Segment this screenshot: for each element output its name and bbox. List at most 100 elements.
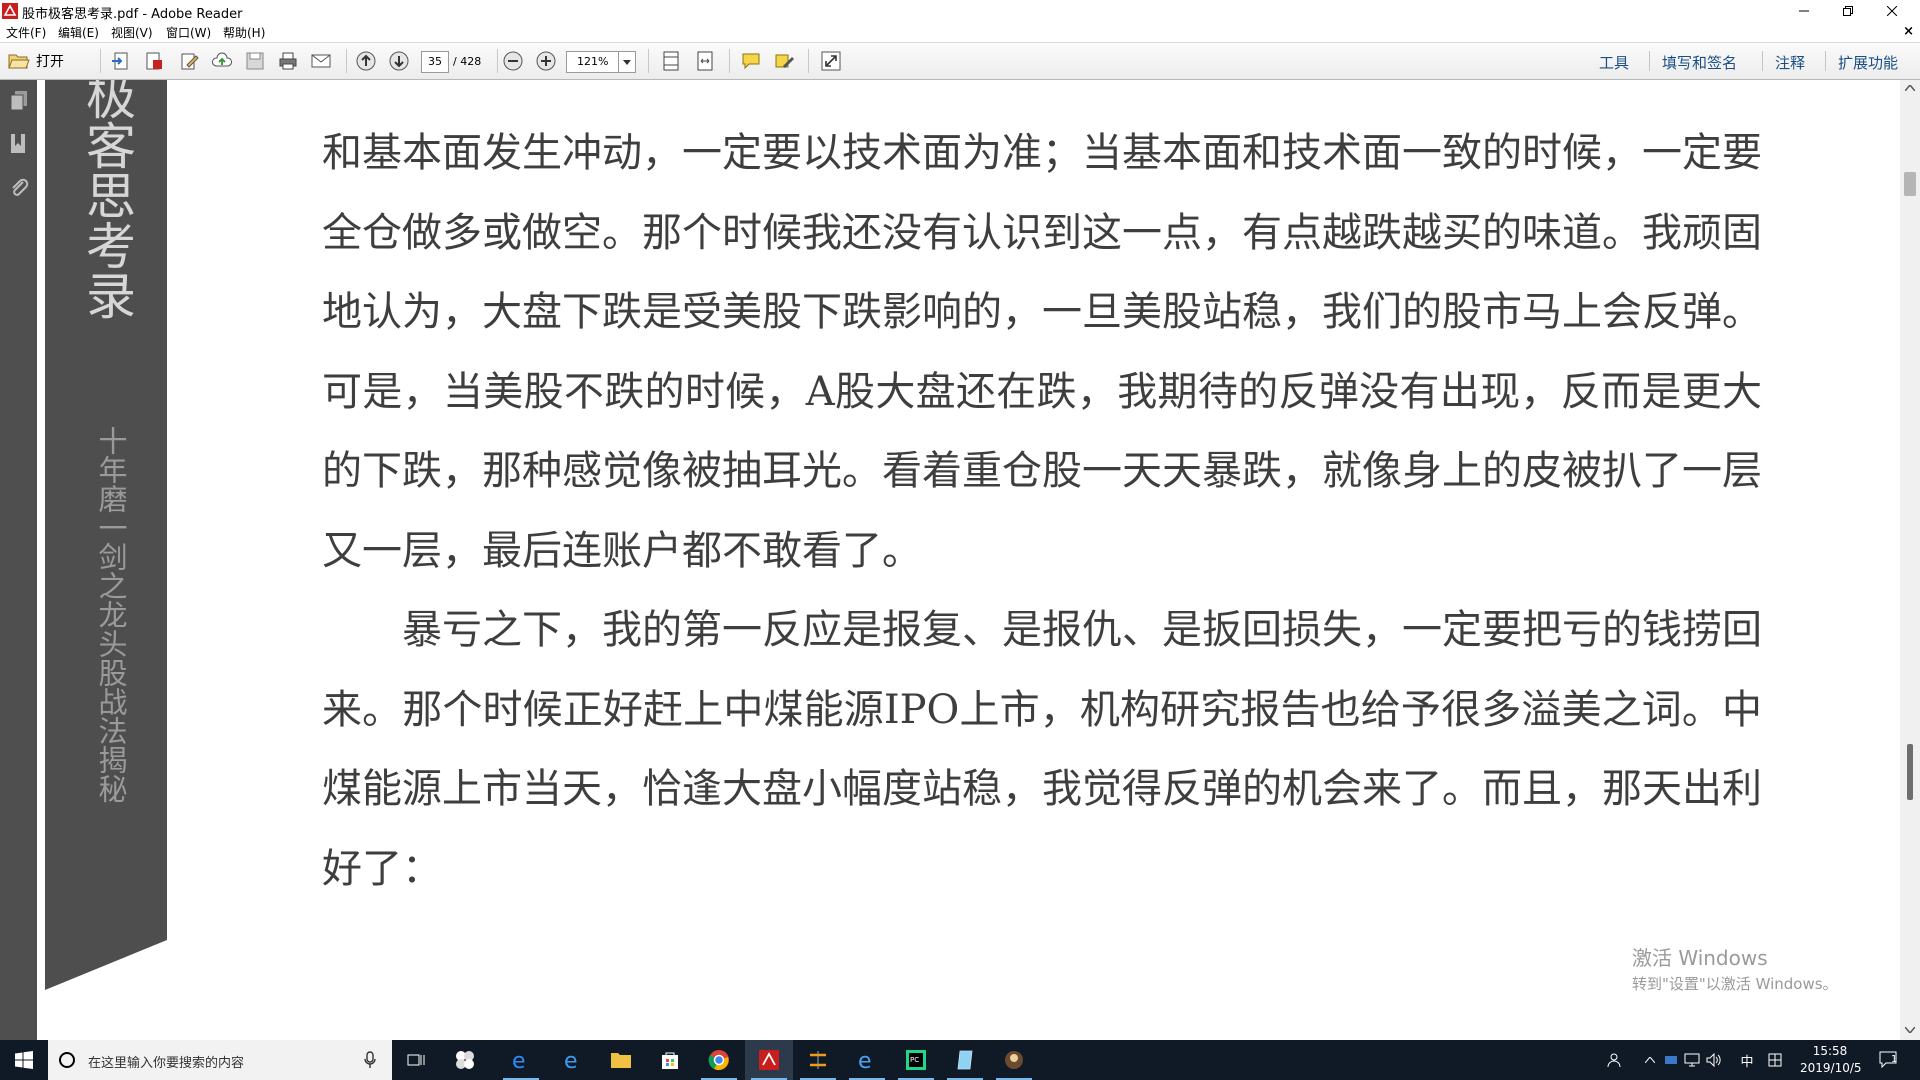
highlighter-icon bbox=[775, 54, 794, 68]
highlight-button[interactable] bbox=[773, 50, 795, 72]
fill-and-sign-link[interactable]: 填写和签名 bbox=[1662, 52, 1737, 73]
scroll-thumb-top[interactable] bbox=[1904, 172, 1916, 196]
menu-file[interactable]: 文件(F) bbox=[6, 24, 46, 41]
ime-indicator[interactable]: 中 bbox=[1737, 1040, 1757, 1080]
toolbar-separator bbox=[648, 49, 649, 73]
bookmark-icon[interactable] bbox=[9, 133, 29, 155]
svg-text:e: e bbox=[564, 1049, 578, 1071]
show-hidden-icons-button[interactable] bbox=[1640, 1040, 1660, 1080]
taskbar-app-media[interactable] bbox=[990, 1040, 1038, 1080]
ime-mode-button[interactable] bbox=[1765, 1040, 1785, 1080]
taskbar-app-adobe-reader[interactable] bbox=[745, 1040, 793, 1080]
network-button[interactable] bbox=[1682, 1040, 1702, 1080]
zoom-select[interactable]: 121% bbox=[566, 51, 636, 73]
open-label: 打开 bbox=[36, 54, 64, 70]
menu-help[interactable]: 帮助(H) bbox=[223, 24, 265, 41]
svg-text:e: e bbox=[858, 1049, 872, 1071]
taskbar-app-settings[interactable] bbox=[441, 1040, 489, 1080]
full-screen-button[interactable] bbox=[820, 50, 842, 72]
taskbar-app-pycharm[interactable]: PC bbox=[892, 1040, 940, 1080]
next-page-button[interactable] bbox=[388, 50, 410, 72]
comment-button[interactable] bbox=[740, 50, 762, 72]
fit-page-button[interactable] bbox=[660, 50, 682, 72]
watermark-subtitle: 转到"设置"以激活 Windows。 bbox=[1632, 975, 1838, 993]
toolbar-separator bbox=[1762, 51, 1763, 71]
taskbar-app-ie2[interactable]: e bbox=[843, 1040, 891, 1080]
chrome-icon bbox=[708, 1050, 729, 1071]
windows-logo-icon bbox=[15, 1051, 33, 1069]
book-spine-graphic: 极客思考录 十年磨一剑之龙头股战法揭秘 bbox=[45, 80, 167, 990]
extended-features-link[interactable]: 扩展功能 bbox=[1838, 52, 1898, 73]
volume-button[interactable] bbox=[1704, 1040, 1724, 1080]
task-view-button[interactable] bbox=[392, 1040, 440, 1080]
chevron-down-icon[interactable] bbox=[618, 52, 635, 72]
close-window-button[interactable] bbox=[1870, 0, 1914, 22]
plus-circle-icon bbox=[536, 51, 556, 71]
toolbar-separator bbox=[1825, 51, 1826, 71]
fit-width-button[interactable] bbox=[694, 50, 716, 72]
previous-page-button[interactable] bbox=[355, 50, 377, 72]
taskbar-app-eclipse[interactable] bbox=[794, 1040, 842, 1080]
page-number-input[interactable]: 35 bbox=[421, 51, 449, 73]
minimize-button[interactable] bbox=[1782, 0, 1826, 22]
page-total: / 428 bbox=[453, 55, 482, 68]
taskbar-app-edge[interactable]: e bbox=[549, 1040, 597, 1080]
task-view-icon bbox=[407, 1054, 425, 1066]
store-bag-icon bbox=[662, 1052, 678, 1069]
taskbar-search-box[interactable]: 在这里输入你要搜索的内容 bbox=[48, 1040, 392, 1080]
menu-window[interactable]: 窗口(W) bbox=[166, 24, 211, 41]
minimize-icon bbox=[1799, 10, 1809, 12]
edit-pdf-button[interactable] bbox=[178, 50, 200, 72]
print-button[interactable] bbox=[277, 50, 299, 72]
tools-link[interactable]: 工具 bbox=[1599, 52, 1629, 73]
people-icon bbox=[1607, 1053, 1621, 1068]
menu-bar: 文件(F) 编辑(E) 视图(V) 窗口(W) 帮助(H) × bbox=[0, 22, 1920, 43]
spine-subtitle: 十年磨一剑之龙头股战法揭秘 bbox=[94, 426, 128, 803]
comment-link[interactable]: 注释 bbox=[1775, 52, 1805, 73]
restore-icon bbox=[1843, 6, 1853, 16]
svg-text:PC: PC bbox=[910, 1056, 919, 1064]
taskbar-app-notes[interactable] bbox=[941, 1040, 989, 1080]
create-pdf-button[interactable] bbox=[110, 50, 132, 72]
action-center-button[interactable]: 1 bbox=[1874, 1040, 1904, 1080]
edge-browser-icon: e bbox=[564, 1049, 578, 1071]
open-button[interactable]: 打开 bbox=[8, 50, 64, 72]
attachment-icon[interactable] bbox=[9, 177, 29, 199]
taskbar-app-chrome[interactable] bbox=[695, 1040, 743, 1080]
save-button[interactable] bbox=[244, 50, 266, 72]
network-icon bbox=[1684, 1053, 1700, 1067]
envelope-icon bbox=[311, 54, 331, 68]
email-button[interactable] bbox=[310, 50, 332, 72]
scroll-up-arrow-icon[interactable] bbox=[1905, 85, 1915, 91]
speech-bubble-icon bbox=[742, 53, 760, 70]
close-document-button[interactable]: × bbox=[1903, 24, 1914, 39]
toolbar-separator bbox=[497, 49, 498, 73]
tray-app-button[interactable] bbox=[1661, 1040, 1681, 1080]
page-body-text: 和基本面发生冲动，一定要以技术面为准；当基本面和技术面一致的时候，一定要全仓做多… bbox=[322, 114, 1762, 909]
menu-view[interactable]: 视图(V) bbox=[111, 24, 153, 41]
zoom-in-button[interactable] bbox=[535, 50, 557, 72]
paragraph: 暴亏之下，我的第一反应是报复、是报仇、是扳回损失，一定要把亏的钱捞回来。那个时候… bbox=[322, 607, 1762, 892]
taskbar-app-ie[interactable]: e bbox=[497, 1040, 545, 1080]
export-pdf-button[interactable] bbox=[143, 50, 165, 72]
taskbar-app-explorer[interactable] bbox=[597, 1040, 645, 1080]
scroll-thumb[interactable] bbox=[1907, 744, 1913, 800]
people-button[interactable] bbox=[1602, 1040, 1626, 1080]
upload-cloud-button[interactable] bbox=[211, 50, 233, 72]
scroll-down-arrow-icon[interactable] bbox=[1905, 1027, 1915, 1033]
page-thumbnails-icon[interactable] bbox=[9, 90, 29, 112]
create-pdf-icon bbox=[112, 52, 128, 70]
vertical-scrollbar[interactable] bbox=[1900, 80, 1920, 1040]
restore-button[interactable] bbox=[1826, 0, 1870, 22]
toolbar-separator bbox=[346, 49, 347, 73]
microphone-icon[interactable] bbox=[364, 1051, 376, 1069]
document-view[interactable]: 极客思考录 十年磨一剑之龙头股战法揭秘 和基本面发生冲动，一定要以技术面为准；当… bbox=[37, 80, 1900, 1040]
expand-icon bbox=[821, 51, 841, 71]
taskbar-app-store[interactable] bbox=[646, 1040, 694, 1080]
menu-edit[interactable]: 编辑(E) bbox=[58, 24, 99, 41]
system-clock[interactable]: 15:58 2019/10/5 bbox=[1800, 1043, 1862, 1077]
cloud-upload-icon bbox=[212, 52, 232, 67]
zoom-out-button[interactable] bbox=[502, 50, 524, 72]
chevron-up-icon bbox=[1645, 1057, 1655, 1063]
start-button[interactable] bbox=[0, 1040, 48, 1080]
